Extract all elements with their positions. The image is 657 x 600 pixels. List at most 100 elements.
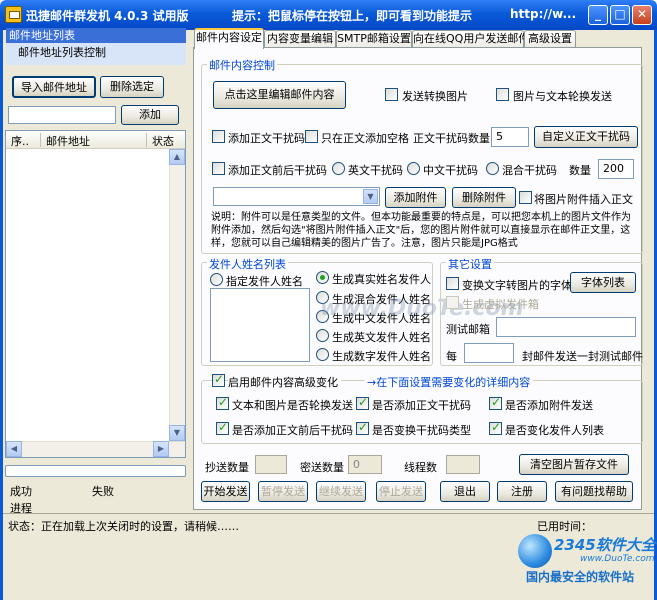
attachment-select[interactable]: ▼ <box>213 187 380 206</box>
tab-variable-edit[interactable]: 内容变量编辑 <box>264 30 336 48</box>
watermark-brand: 2345软件大全 <box>554 536 656 554</box>
scroll-up-icon[interactable]: ▲ <box>169 149 185 165</box>
scroll-right-icon[interactable]: ▶ <box>153 441 169 457</box>
count-input[interactable]: 200 <box>598 159 634 179</box>
start-send-button[interactable]: 开始发送 <box>201 481 250 502</box>
vary-sender-list-checkbox[interactable] <box>489 420 502 435</box>
scroll-left-icon[interactable]: ◀ <box>6 441 22 457</box>
clear-image-cache-button[interactable]: 清空图片暂存文件 <box>519 454 629 475</box>
attachment-note: 说明：附件可以是任意类型的文件。但本功能最重要的特点是，可以把您本机上的图片文件… <box>211 212 631 249</box>
real-name-radio[interactable] <box>316 271 329 284</box>
digit-name-radio[interactable] <box>316 348 329 361</box>
vary-noise-type-label: 是否变换干扰码类型 <box>372 424 471 437</box>
bcc-count-input[interactable]: 0 <box>348 455 382 474</box>
chinese-noise-radio[interactable] <box>407 162 420 175</box>
delete-selected-button[interactable]: 删除选定 <box>100 76 164 98</box>
font-change-checkbox[interactable] <box>446 277 459 290</box>
title-hint: 提示：把鼠标停在按钮上，即可看到功能提示 <box>232 9 473 23</box>
image-text-rotate-checkbox[interactable] <box>496 88 509 101</box>
address-listview[interactable]: 序.. 邮件地址 状态 ▲ ▼ ◀ ▶ <box>5 130 186 458</box>
scroll-down-icon[interactable]: ▼ <box>169 425 185 441</box>
listview-horizontal-scrollbar[interactable]: ◀ ▶ <box>6 441 185 457</box>
fake-sender-label: 生成虚拟发件箱 <box>462 298 539 311</box>
import-address-button[interactable]: 导入邮件地址 <box>12 76 96 98</box>
watermark-logo: 2345软件大全 www.DuoTe.com 国内最安全的软件站 <box>514 530 656 590</box>
english-noise-label: 英文干扰码 <box>348 164 403 177</box>
rotate-text-image-label: 文本和图片是否轮换发送 <box>232 399 353 412</box>
pause-send-button[interactable]: 暂停发送 <box>258 481 308 502</box>
vary-noise-type-checkbox[interactable] <box>356 420 369 435</box>
threads-input[interactable] <box>446 455 480 474</box>
listview-vertical-scrollbar[interactable]: ▲ ▼ <box>169 149 185 441</box>
head-tail-noise-checkbox[interactable] <box>212 162 225 175</box>
edit-content-button[interactable]: 点击这里编辑邮件内容 <box>213 81 346 109</box>
add-address-input[interactable] <box>8 106 116 124</box>
vary-noise-label: 是否添加正文干扰码 <box>372 399 471 412</box>
vary-sender-list-label: 是否变化发件人列表 <box>505 424 604 437</box>
real-name-label: 生成真实姓名发件人 <box>332 273 431 286</box>
english-name-radio[interactable] <box>316 329 329 342</box>
window-title: 迅捷邮件群发机 4.0.3 试用版 <box>26 9 189 23</box>
fake-sender-checkbox[interactable] <box>446 296 459 309</box>
vary-noise-checkbox[interactable] <box>356 395 369 410</box>
stop-send-button[interactable]: 停止发送 <box>376 481 426 502</box>
column-status[interactable]: 状态 <box>152 133 174 149</box>
add-address-button[interactable]: 添加 <box>121 105 179 125</box>
maximize-button[interactable]: □ <box>610 5 630 25</box>
send-as-image-checkbox[interactable] <box>385 88 398 101</box>
every-label: 每 <box>446 350 457 363</box>
only-spaces-checkbox[interactable] <box>305 130 318 143</box>
title-url: http://w... <box>510 7 577 21</box>
resume-send-button[interactable]: 继续发送 <box>316 481 366 502</box>
test-email-label: 测试邮箱 <box>446 323 490 336</box>
tab-advanced[interactable]: 高级设置 <box>524 30 576 48</box>
cc-count-input[interactable] <box>255 455 287 474</box>
register-button[interactable]: 注册 <box>497 481 547 502</box>
close-button[interactable]: ✕ <box>632 5 652 25</box>
chevron-down-icon[interactable]: ▼ <box>363 189 378 204</box>
app-mail-icon <box>5 6 22 23</box>
test-email-input[interactable] <box>496 317 636 337</box>
help-button[interactable]: 有问题找帮助 <box>555 481 633 502</box>
column-index[interactable]: 序.. <box>11 133 29 149</box>
vary-head-tail-label: 是否添加正文前后干扰码 <box>232 424 353 437</box>
mixed-noise-radio[interactable] <box>486 162 499 175</box>
tab-content-settings[interactable]: 邮件内容设定 <box>194 28 264 49</box>
add-attachment-button[interactable]: 添加附件 <box>385 187 446 208</box>
advanced-hint: →在下面设置需要变化的详细内容 <box>364 374 534 390</box>
delete-attachment-button[interactable]: 删除附件 <box>452 187 516 208</box>
noise-count-input[interactable]: 5 <box>491 127 529 147</box>
font-list-button[interactable]: 字体列表 <box>570 272 636 293</box>
only-spaces-label: 只在正文添加空格 <box>321 132 409 145</box>
add-noise-checkbox[interactable] <box>212 130 225 143</box>
specify-sender-radio[interactable] <box>210 273 223 286</box>
sender-names-textarea[interactable] <box>210 288 310 362</box>
status-divider <box>3 513 654 514</box>
sender-group-title: 发件人姓名列表 <box>207 256 288 272</box>
left-progress-bar <box>5 465 186 477</box>
insert-image-checkbox[interactable] <box>519 191 532 204</box>
column-address[interactable]: 邮件地址 <box>46 133 90 149</box>
every-input[interactable] <box>464 343 514 363</box>
mixed-noise-label: 混合干扰码 <box>502 164 557 177</box>
success-label: 成功 <box>10 485 32 498</box>
vary-head-tail-checkbox[interactable] <box>216 420 229 435</box>
status-text: 状态：正在加载上次关闭时的设置，请稍候…… <box>8 520 239 533</box>
threads-label: 线程数 <box>404 461 437 474</box>
address-list-control: 邮件地址列表控制 <box>6 43 186 65</box>
enable-advanced-checkbox[interactable] <box>212 372 225 387</box>
tab-smtp-settings[interactable]: SMTP邮箱设置 <box>336 30 412 48</box>
english-noise-radio[interactable] <box>332 162 345 175</box>
chinese-noise-label: 中文干扰码 <box>423 164 478 177</box>
image-text-rotate-label: 图片与文本轮换发送 <box>513 90 612 103</box>
specify-sender-label: 指定发件人姓名 <box>226 275 303 288</box>
digit-name-label: 生成数字发件人姓名 <box>332 350 431 363</box>
vary-attachment-checkbox[interactable] <box>489 395 502 410</box>
tab-qq-online[interactable]: 向在线QQ用户发送邮件 <box>412 30 529 48</box>
add-noise-label: 添加正文干扰码 <box>228 132 305 145</box>
head-tail-noise-label: 添加正文前后干扰码 <box>228 164 327 177</box>
rotate-text-image-checkbox[interactable] <box>216 395 229 410</box>
custom-noise-button[interactable]: 自定义正文干扰码 <box>534 126 638 148</box>
minimize-button[interactable]: _ <box>588 5 608 25</box>
exit-button[interactable]: 退出 <box>440 481 490 502</box>
